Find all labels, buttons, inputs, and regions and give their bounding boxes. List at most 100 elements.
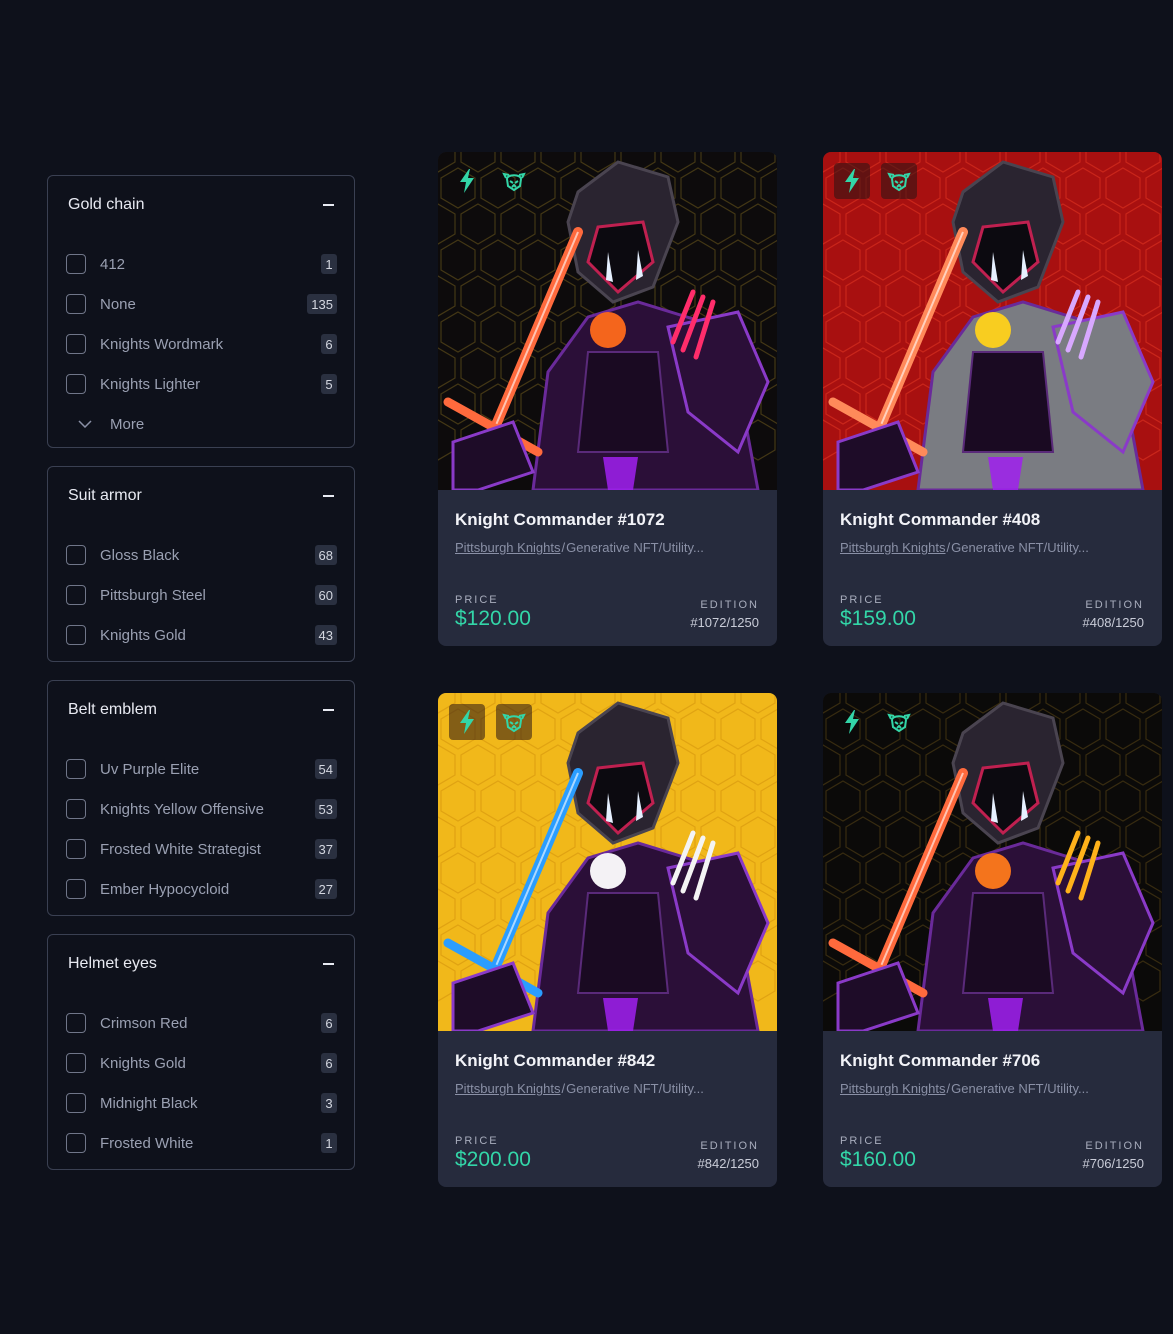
- filter-option[interactable]: Knights Gold 6: [48, 1043, 354, 1083]
- filter-option[interactable]: Knights Gold 43: [48, 615, 354, 655]
- checkbox[interactable]: [66, 625, 86, 645]
- filter-group-header[interactable]: Belt emblem: [48, 681, 354, 739]
- count-badge: 1: [321, 254, 337, 274]
- checkbox[interactable]: [66, 879, 86, 899]
- nft-artwork[interactable]: [438, 152, 777, 490]
- card-title[interactable]: Knight Commander #1072: [455, 510, 665, 530]
- checkbox[interactable]: [66, 759, 86, 779]
- filter-option[interactable]: Knights Wordmark 6: [48, 324, 354, 364]
- price-value: $160.00: [840, 1148, 916, 1171]
- filter-options: Uv Purple Elite 54 Knights Yellow Offens…: [48, 739, 354, 909]
- card-subtitle: Pittsburgh Knights/Generative NFT/Utilit…: [455, 540, 704, 555]
- filter-option[interactable]: Midnight Black 3: [48, 1083, 354, 1123]
- minus-icon[interactable]: [323, 495, 334, 497]
- knight-helmet-icon: [502, 172, 526, 192]
- card-info: Knight Commander #842 Pittsburgh Knights…: [438, 1031, 777, 1187]
- knight-illustration: [438, 152, 777, 490]
- card-title[interactable]: Knight Commander #408: [840, 510, 1040, 530]
- nft-card[interactable]: Knight Commander #1072 Pittsburgh Knight…: [438, 152, 777, 646]
- minus-icon[interactable]: [323, 963, 334, 965]
- checkbox[interactable]: [66, 334, 86, 354]
- card-subtitle: Pittsburgh Knights/Generative NFT/Utilit…: [840, 1081, 1089, 1096]
- lightning-icon: [460, 169, 474, 193]
- checkbox[interactable]: [66, 374, 86, 394]
- nft-artwork[interactable]: [823, 152, 1162, 490]
- count-badge: 1: [321, 1133, 337, 1153]
- checkbox[interactable]: [66, 1013, 86, 1033]
- count-badge: 68: [314, 545, 337, 565]
- option-label: Knights Wordmark: [100, 335, 224, 353]
- filter-option[interactable]: Frosted White Strategist 37: [48, 829, 354, 869]
- filter-option[interactable]: Knights Lighter 5: [48, 364, 354, 404]
- nft-card[interactable]: Knight Commander #842 Pittsburgh Knights…: [438, 693, 777, 1187]
- option-label: Pittsburgh Steel: [100, 586, 206, 604]
- checkbox[interactable]: [66, 1093, 86, 1113]
- minus-icon[interactable]: [323, 204, 334, 206]
- lightning-badge[interactable]: [834, 704, 870, 740]
- lightning-badge[interactable]: [449, 704, 485, 740]
- checkbox[interactable]: [66, 1053, 86, 1073]
- filter-option[interactable]: Gloss Black 68: [48, 535, 354, 575]
- minus-icon[interactable]: [323, 709, 334, 711]
- card-info: Knight Commander #706 Pittsburgh Knights…: [823, 1031, 1162, 1187]
- filter-option[interactable]: Pittsburgh Steel 60: [48, 575, 354, 615]
- filter-option[interactable]: Knights Yellow Offensive 53: [48, 789, 354, 829]
- more-toggle[interactable]: More: [48, 404, 354, 444]
- count-badge: 37: [314, 839, 337, 859]
- collection-link[interactable]: Pittsburgh Knights: [840, 1081, 946, 1096]
- card-title[interactable]: Knight Commander #842: [455, 1051, 655, 1071]
- checkbox[interactable]: [66, 254, 86, 274]
- checkbox[interactable]: [66, 585, 86, 605]
- filter-group-header[interactable]: Gold chain: [48, 176, 354, 234]
- lightning-icon: [845, 710, 859, 734]
- collection-link[interactable]: Pittsburgh Knights: [840, 540, 946, 555]
- count-badge: 135: [307, 294, 337, 314]
- checkbox[interactable]: [66, 545, 86, 565]
- price-label: PRICE: [455, 594, 499, 606]
- filter-option[interactable]: 412 1: [48, 244, 354, 284]
- checkbox[interactable]: [66, 1133, 86, 1153]
- nft-card[interactable]: Knight Commander #706 Pittsburgh Knights…: [823, 693, 1162, 1187]
- knight-illustration: [823, 152, 1162, 490]
- collection-link[interactable]: Pittsburgh Knights: [455, 1081, 561, 1096]
- count-badge: 43: [314, 625, 337, 645]
- checkbox[interactable]: [66, 839, 86, 859]
- checkbox[interactable]: [66, 799, 86, 819]
- filter-group-header[interactable]: Helmet eyes: [48, 935, 354, 993]
- option-label: Knights Yellow Offensive: [100, 800, 264, 818]
- option-label: Ember Hypocycloid: [100, 880, 230, 898]
- lightning-badge[interactable]: [834, 163, 870, 199]
- helmet-badge[interactable]: [881, 163, 917, 199]
- knight-illustration: [438, 693, 777, 1031]
- count-badge: 27: [314, 879, 337, 899]
- count-badge: 53: [314, 799, 337, 819]
- edition-label: EDITION: [700, 599, 759, 611]
- filter-option[interactable]: None 135: [48, 284, 354, 324]
- count-badge: 54: [314, 759, 337, 779]
- filter-option[interactable]: Uv Purple Elite 54: [48, 749, 354, 789]
- count-badge: 6: [321, 334, 337, 354]
- collection-link[interactable]: Pittsburgh Knights: [455, 540, 561, 555]
- nft-artwork[interactable]: [823, 693, 1162, 1031]
- helmet-badge[interactable]: [881, 704, 917, 740]
- filter-option[interactable]: Frosted White 1: [48, 1123, 354, 1163]
- card-subtitle: Pittsburgh Knights/Generative NFT/Utilit…: [455, 1081, 704, 1096]
- separator: /: [946, 540, 951, 555]
- filter-group-header[interactable]: Suit armor: [48, 467, 354, 525]
- lightning-badge[interactable]: [449, 163, 485, 199]
- helmet-badge[interactable]: [496, 163, 532, 199]
- nft-artwork[interactable]: [438, 693, 777, 1031]
- filter-options: Crimson Red 6 Knights Gold 6 Midnight Bl…: [48, 993, 354, 1163]
- filter-group-title: Suit armor: [68, 487, 142, 504]
- edition-value: #408/1250: [1082, 615, 1144, 630]
- card-title[interactable]: Knight Commander #706: [840, 1051, 1040, 1071]
- card-info: Knight Commander #408 Pittsburgh Knights…: [823, 490, 1162, 646]
- filter-option[interactable]: Ember Hypocycloid 27: [48, 869, 354, 909]
- checkbox[interactable]: [66, 294, 86, 314]
- edition-label: EDITION: [1085, 599, 1144, 611]
- helmet-badge[interactable]: [496, 704, 532, 740]
- nft-card[interactable]: Knight Commander #408 Pittsburgh Knights…: [823, 152, 1162, 646]
- option-label: Knights Lighter: [100, 375, 201, 393]
- filter-group-title: Belt emblem: [68, 701, 157, 718]
- filter-option[interactable]: Crimson Red 6: [48, 1003, 354, 1043]
